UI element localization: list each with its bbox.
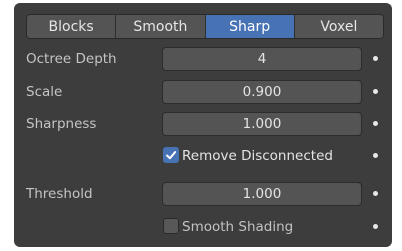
smooth-shading-label[interactable]: Smooth Shading — [182, 215, 293, 239]
tab-sharp[interactable]: Sharp — [205, 15, 295, 38]
threshold-row: Threshold 1.000 — [0, 182, 402, 206]
checkmark-icon — [166, 151, 177, 160]
scale-label: Scale — [26, 84, 63, 100]
remove-disconnected-keyframe-icon[interactable] — [373, 153, 378, 158]
octree-depth-field[interactable]: 4 — [162, 47, 362, 71]
mode-tabs: Blocks Smooth Sharp Voxel — [26, 14, 384, 39]
octree-depth-label: Octree Depth — [26, 51, 117, 67]
smooth-shading-row: Smooth Shading — [0, 215, 402, 239]
tab-smooth[interactable]: Smooth — [116, 15, 206, 38]
sharpness-row: Sharpness 1.000 — [0, 112, 402, 136]
scale-row: Scale 0.900 — [0, 80, 402, 104]
threshold-field[interactable]: 1.000 — [162, 182, 362, 206]
remove-disconnected-row: Remove Disconnected — [0, 144, 402, 168]
tab-blocks[interactable]: Blocks — [27, 15, 117, 38]
octree-depth-row: Octree Depth 4 — [0, 47, 402, 71]
sharpness-label: Sharpness — [26, 116, 97, 132]
smooth-shading-keyframe-icon[interactable] — [373, 224, 378, 229]
remove-disconnected-label[interactable]: Remove Disconnected — [182, 144, 333, 168]
scale-keyframe-icon[interactable] — [373, 89, 378, 94]
octree-depth-keyframe-icon[interactable] — [373, 56, 378, 61]
sharpness-keyframe-icon[interactable] — [373, 121, 378, 126]
threshold-label: Threshold — [26, 186, 93, 202]
tab-voxel[interactable]: Voxel — [294, 15, 383, 38]
smooth-shading-checkbox[interactable] — [163, 218, 179, 234]
threshold-keyframe-icon[interactable] — [373, 191, 378, 196]
scale-field[interactable]: 0.900 — [162, 80, 362, 104]
remove-disconnected-checkbox[interactable] — [163, 147, 179, 163]
sharpness-field[interactable]: 1.000 — [162, 112, 362, 136]
